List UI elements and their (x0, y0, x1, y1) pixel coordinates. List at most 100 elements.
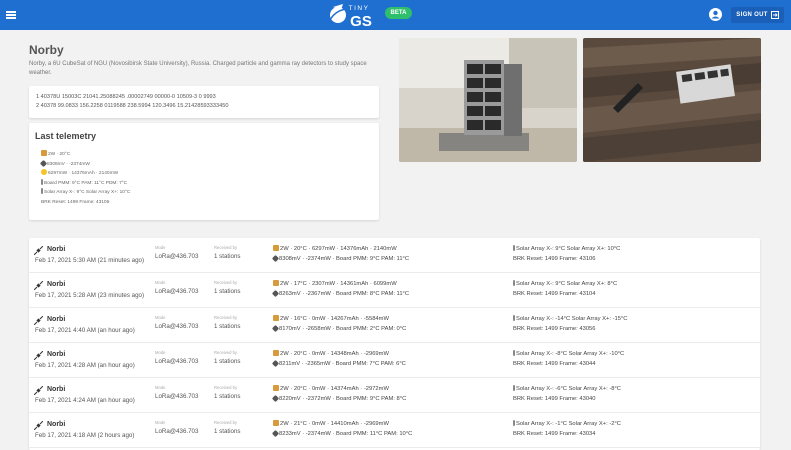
received-value: 1 stations (214, 393, 241, 400)
sign-out-button[interactable]: SIGN OUT (731, 7, 784, 23)
thermometer-icon (513, 280, 515, 286)
power-icon (41, 150, 47, 156)
voltage-icon (39, 159, 48, 167)
received-label: Received by (214, 350, 238, 355)
packet-row[interactable]: Norbi Feb 17, 2021 4:28 AM (an hour ago)… (29, 343, 760, 378)
tinygs-logo[interactable]: TINY GS (326, 1, 382, 30)
packet-date: Feb 17, 2021 5:28 AM (23 minutes ago) (35, 292, 145, 299)
received-label: Received by (214, 245, 238, 250)
telemetry-summary-2: 8170mV · -2658mW · Board PMM: 2°C PAM: 0… (271, 324, 406, 333)
packet-satellite-name[interactable]: Norbi (47, 421, 65, 428)
satellite-photo-deployed[interactable] (583, 38, 761, 162)
packet-row[interactable]: Norbi Feb 17, 2021 4:40 AM (an hour ago)… (29, 308, 760, 343)
packet-row[interactable]: Norbi Feb 17, 2021 4:24 AM (an hour ago)… (29, 378, 760, 413)
solar-array-temps: Solar Array X-: -6°C Solar Array X+: -8°… (513, 385, 621, 392)
tle-card: 1 40378U 15003C 21041.25088245 .00002749… (29, 86, 379, 118)
packet-row[interactable]: Norbi Feb 17, 2021 5:30 AM (21 minutes a… (29, 238, 760, 273)
packet-satellite-name[interactable]: Norbi (47, 351, 65, 358)
telemetry-summary-1: 2W · 17°C · 2307mW · 14361mAh · 6099mW (273, 280, 397, 287)
packet-satellite-name[interactable]: Norbi (47, 386, 65, 393)
logo-main-text: GS (350, 13, 372, 29)
exit-icon (770, 11, 779, 19)
telemetry-line: 6297mW · 14376mAh · 2140mW (41, 169, 373, 179)
last-telemetry-card: Last telemetry 2W · 20°C 8308mV · -2374m… (29, 123, 379, 220)
satellite-icon (33, 280, 44, 291)
brk-reset-frame: BRK Reset: 1499 Frame: 43056 (513, 326, 596, 332)
satellite-icon (33, 315, 44, 326)
packet-date: Feb 17, 2021 4:40 AM (an hour ago) (35, 327, 135, 334)
voltage-icon (271, 254, 280, 263)
voltage-icon (271, 394, 280, 403)
mode-label: Mode (155, 245, 166, 250)
telemetry-summary-2: 8233mV · -2374mW · Board PMM: 11°C PAM: … (271, 429, 412, 438)
mode-label: Mode (155, 420, 166, 425)
power-icon (273, 315, 279, 321)
telemetry-summary-1: 2W · 21°C · 0mW · 14410mAh · -2969mW (273, 420, 389, 427)
solar-array-temps: Solar Array X-: -14°C Solar Array X+: -1… (513, 315, 627, 322)
received-label: Received by (214, 280, 238, 285)
packet-satellite-name[interactable]: Norbi (47, 281, 65, 288)
received-label: Received by (214, 315, 238, 320)
telemetry-line: Board PMM: 9°C PAM: 11°C PDM: 7°C (41, 178, 373, 189)
mode-label: Mode (155, 280, 166, 285)
brk-reset-frame: BRK Reset: 1499 Frame: 43044 (513, 361, 596, 367)
brk-reset-frame: BRK Reset: 1499 Frame: 43106 (513, 256, 596, 262)
satellite-icon (33, 245, 44, 256)
satellite-icon (33, 350, 44, 361)
telemetry-line: 2W · 20°C (41, 150, 373, 160)
packet-row[interactable]: Norbi Feb 17, 2021 4:18 AM (2 hours ago)… (29, 413, 760, 448)
voltage-icon (271, 359, 280, 368)
mode-value: LoRa@436.703 (155, 323, 199, 330)
mode-value: LoRa@436.703 (155, 288, 199, 295)
mode-label: Mode (155, 385, 166, 390)
telemetry-summary-1: 2W · 20°C · 0mW · 14348mAh · -2969mW (273, 350, 389, 357)
logo-top-text: TINY (349, 5, 370, 12)
brk-reset-frame: BRK Reset: 1499 Frame: 43104 (513, 291, 596, 297)
tle-line-1: 1 40378U 15003C 21041.25088245 .00002749… (36, 94, 216, 100)
received-value: 1 stations (214, 358, 241, 365)
thermometer-icon (513, 245, 515, 251)
last-telemetry-title: Last telemetry (35, 131, 97, 141)
top-app-bar: TINY GS BETA SIGN OUT (0, 0, 791, 30)
satellite-icon (33, 420, 44, 431)
telemetry-line: 8308mV · -2374mW (39, 159, 373, 170)
mode-label: Mode (155, 350, 166, 355)
solar-array-temps: Solar Array X-: 9°C Solar Array X+: 8°C (513, 280, 617, 287)
telemetry-summary-1: 2W · 16°C · 0mW · 14267mAh · -5584mW (273, 315, 389, 322)
received-label: Received by (214, 385, 238, 390)
thermometer-icon (41, 178, 43, 185)
telemetry-summary-2: 8211mV · -2365mW · Board PMM: 7°C PAM: 6… (271, 359, 406, 368)
voltage-icon (271, 324, 280, 333)
thermometer-icon (513, 385, 515, 391)
power-icon (273, 245, 279, 251)
mode-value: LoRa@436.703 (155, 358, 199, 365)
menu-icon[interactable] (6, 11, 16, 19)
account-icon[interactable] (709, 8, 722, 21)
thermometer-icon (513, 420, 515, 426)
packet-list: Norbi Feb 17, 2021 5:30 AM (21 minutes a… (29, 238, 760, 450)
power-icon (273, 350, 279, 356)
telemetry-lines: 2W · 20°C 8308mV · -2374mW 6297mW · 1437… (35, 150, 373, 207)
solar-array-temps: Solar Array X-: -8°C Solar Array X+: -10… (513, 350, 624, 357)
telemetry-line: Solar Array X-: 9°C Solar Array X+: 10°C (41, 188, 373, 198)
telemetry-summary-2: 8308mV · -2374mW · Board PMM: 9°C PAM: 1… (271, 254, 409, 263)
telemetry-summary-2: 8263mV · -2367mW · Board PMM: 8°C PAM: 1… (271, 289, 409, 298)
power-icon (273, 280, 279, 286)
received-value: 1 stations (214, 428, 241, 435)
satellite-photo-lab[interactable] (399, 38, 577, 162)
tle-line-2: 2 40378 99.0833 156.2258 0119588 238.599… (36, 103, 229, 109)
received-value: 1 stations (214, 323, 241, 330)
packet-row[interactable]: Norbi Feb 17, 2021 5:28 AM (23 minutes a… (29, 273, 760, 308)
brk-reset-frame: BRK Reset: 1499 Frame: 43034 (513, 431, 596, 437)
packet-satellite-name[interactable]: Norbi (47, 246, 65, 253)
packet-satellite-name[interactable]: Norbi (47, 316, 65, 323)
received-label: Received by (214, 420, 238, 425)
solar-array-temps: Solar Array X-: 9°C Solar Array X+: 10°C (513, 245, 620, 252)
sun-icon (41, 169, 47, 175)
satellite-icon (33, 385, 44, 396)
packet-date: Feb 17, 2021 4:28 AM (an hour ago) (35, 362, 135, 369)
telemetry-summary-1: 2W · 20°C · 0mW · 14374mAh · -2972mW (273, 385, 389, 392)
packet-date: Feb 17, 2021 4:18 AM (2 hours ago) (35, 432, 135, 439)
telemetry-line: BRK Reset: 1499 Frame: 43106 (41, 199, 110, 205)
received-value: 1 stations (214, 288, 241, 295)
